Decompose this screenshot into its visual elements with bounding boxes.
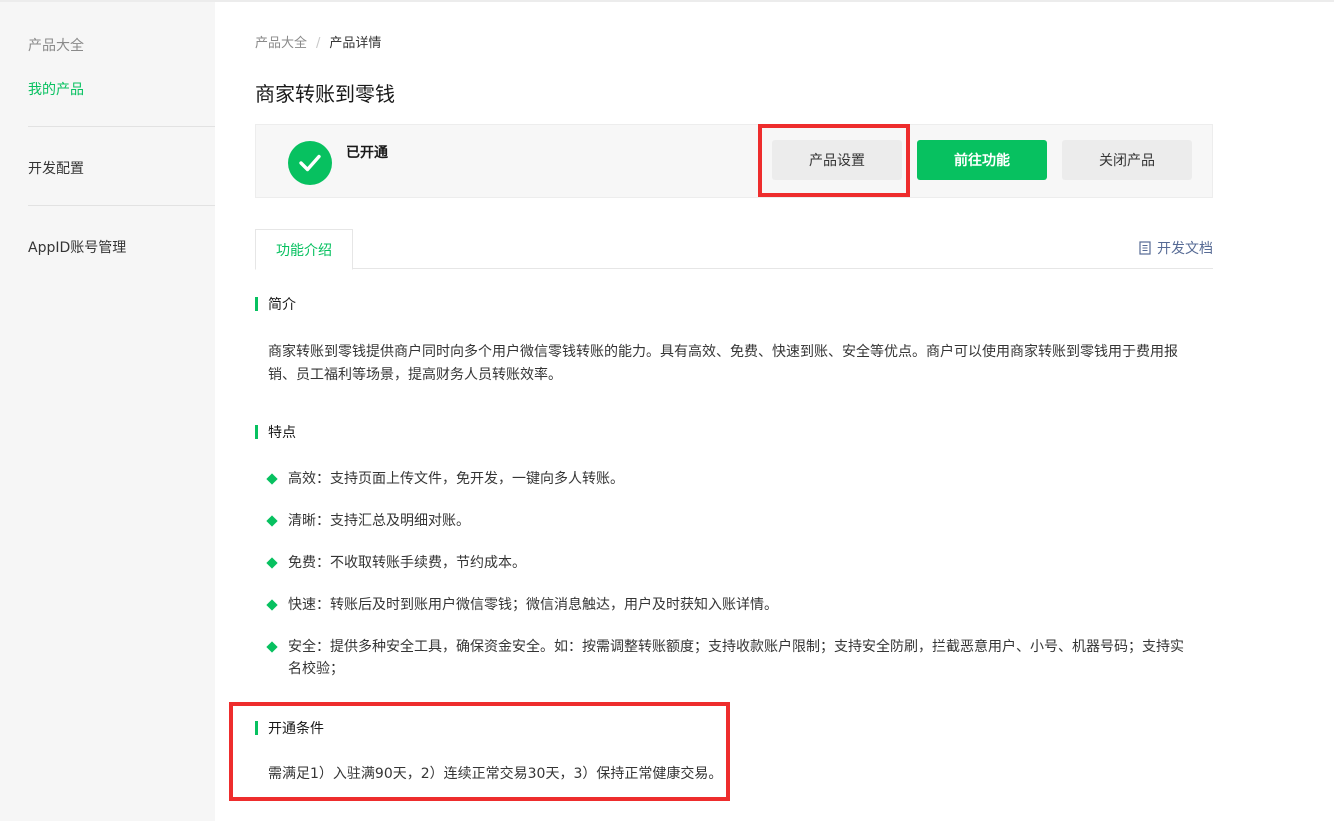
sidebar-item-all-products[interactable]: 产品大全 [28,35,84,55]
feature-item: 免费：不收取转账手续费，节约成本。 [266,552,1188,574]
feature-text: 免费：不收取转账手续费，节约成本。 [288,555,526,571]
breadcrumb: 产品大全 / 产品详情 [255,32,381,51]
tab-feature-intro[interactable]: 功能介绍 [255,229,353,270]
sidebar-item-dev-config[interactable]: 开发配置 [28,158,84,178]
section-accent-bar [255,297,258,311]
feature-item: 安全：提供多种安全工具，确保资金安全。如：按需调整转账额度；支持收款账户限制；支… [266,636,1188,680]
tab-bar: 功能介绍 开发文档 [255,229,1213,270]
section-features-title: 特点 [268,425,296,441]
status-panel: 已开通 产品设置 前往功能 关闭产品 [255,124,1213,198]
sidebar-item-appid-management[interactable]: AppID账号管理 [28,237,126,257]
section-intro-heading: 简介 [255,294,296,314]
close-product-button[interactable]: 关闭产品 [1062,140,1192,180]
feature-text: 快速：转账后及时到账用户微信零钱；微信消息触达，用户及时获知入账详情。 [288,597,778,613]
section-intro-title: 简介 [268,297,296,313]
diamond-bullet-icon [266,510,288,532]
feature-item: 高效：支持页面上传文件，免开发，一键向多人转账。 [266,468,1188,490]
diamond-bullet-icon [266,594,288,616]
product-settings-button[interactable]: 产品设置 [772,140,902,180]
sidebar-divider [28,205,215,206]
breadcrumb-current: 产品详情 [329,36,382,51]
sidebar-divider [28,126,215,127]
breadcrumb-root-link[interactable]: 产品大全 [255,36,307,51]
feature-text: 安全：提供多种安全工具，确保资金安全。如：按需调整转账额度；支持收款账户限制；支… [288,639,1184,677]
section-conditions-heading: 开通条件 [255,718,324,738]
diamond-bullet-icon [266,636,288,680]
feature-text: 高效：支持页面上传文件，免开发，一键向多人转账。 [288,471,624,487]
diamond-bullet-icon [266,552,288,574]
dev-doc-link[interactable]: 开发文档 [1139,238,1213,258]
breadcrumb-separator: / [316,36,321,51]
section-conditions-title: 开通条件 [268,721,324,737]
check-circle-icon [288,141,332,185]
diamond-bullet-icon [266,468,288,490]
sidebar-item-my-products[interactable]: 我的产品 [28,79,84,99]
main-content: 产品大全 / 产品详情 商家转账到零钱 已开通 产品设置 前往功能 关闭产品 功能介… [255,0,1213,821]
sidebar: 产品大全 我的产品 开发配置 AppID账号管理 [0,2,215,821]
page-title: 商家转账到零钱 [255,82,395,106]
section-accent-bar [255,721,258,735]
feature-item: 快速：转账后及时到账用户微信零钱；微信消息触达，用户及时获知入账详情。 [266,594,1188,616]
section-features-heading: 特点 [255,422,296,442]
feature-text: 清晰：支持汇总及明细对账。 [288,513,470,529]
section-accent-bar [255,425,258,439]
intro-paragraph: 商家转账到零钱提供商户同时向多个用户微信零钱转账的能力。具有高效、免费、快速到账… [268,344,1178,383]
conditions-paragraph: 需满足1）入驻满90天，2）连续正常交易30天，3）保持正常健康交易。 [268,766,723,782]
dev-doc-label: 开发文档 [1157,241,1213,257]
go-to-feature-button[interactable]: 前往功能 [917,140,1047,180]
document-icon [1139,241,1151,255]
status-label: 已开通 [346,145,388,161]
feature-item: 清晰：支持汇总及明细对账。 [266,510,1188,532]
